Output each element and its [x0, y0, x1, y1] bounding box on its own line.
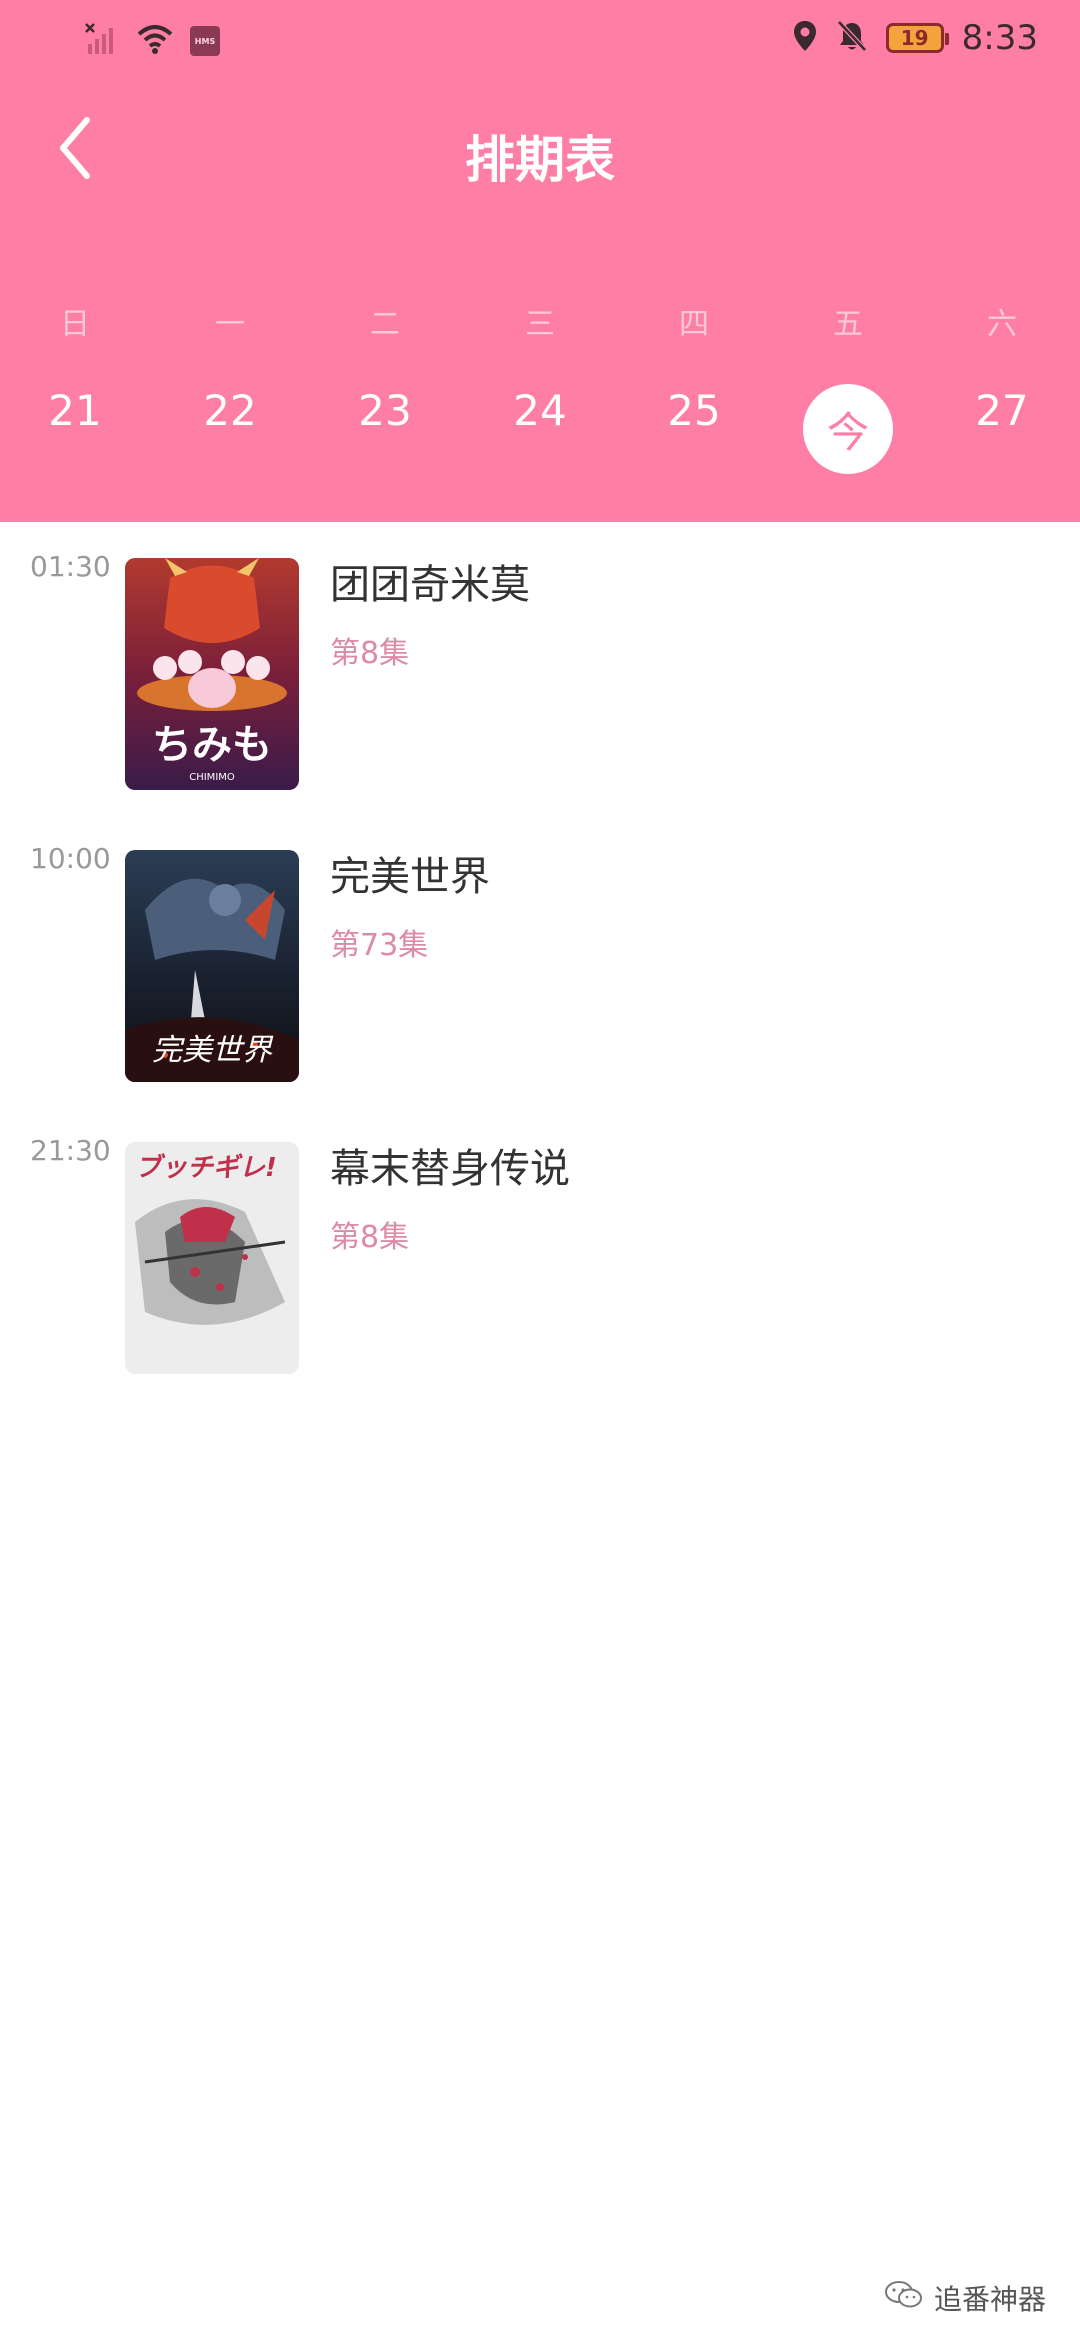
status-bar: HMS 19 8:33	[0, 0, 1080, 80]
poster-image[interactable]: 完美世界	[125, 850, 299, 1082]
status-left: HMS	[84, 22, 220, 60]
day-friday-today[interactable]: 五 今	[793, 305, 903, 474]
day-number: 25	[667, 386, 721, 435]
day-saturday[interactable]: 六 27	[947, 305, 1057, 435]
hms-icon: HMS	[190, 26, 220, 56]
episode-label: 第8集	[330, 636, 410, 671]
page-title: 排期表	[465, 131, 615, 189]
watermark-text: 追番神器	[933, 2283, 1046, 2316]
battery-level: 19	[900, 26, 929, 50]
day-label: 日	[60, 307, 90, 342]
day-sunday[interactable]: 日 21	[20, 305, 130, 435]
poster-caption: ちみも	[152, 722, 272, 768]
location-icon	[792, 19, 818, 57]
air-time: 10:00	[30, 842, 111, 875]
day-wednesday[interactable]: 三 24	[485, 305, 595, 435]
day-monday[interactable]: 一 22	[175, 305, 285, 435]
day-number: 24	[513, 386, 567, 435]
episode-label: 第8集	[330, 1220, 410, 1255]
bell-muted-icon	[836, 19, 868, 57]
schedule-item[interactable]: 10:00 完美世界 完美世界 第73集	[0, 822, 1080, 1082]
anime-title[interactable]: 完美世界	[330, 844, 490, 902]
day-label: 四	[679, 307, 709, 342]
day-label: 一	[215, 307, 245, 342]
battery-icon: 19	[885, 23, 949, 53]
status-time: 8:33	[961, 18, 1038, 58]
day-tuesday[interactable]: 二 23	[330, 305, 440, 435]
episode-label: 第73集	[330, 928, 429, 963]
schedule-item[interactable]: 21:30 ブッチギレ! 幕末替身传说 第8集	[0, 1114, 1080, 1374]
header-bar: HMS 19 8:33 排期表 日 21 一 22 二 23 三 24 四 25…	[0, 0, 1080, 522]
day-label: 六	[987, 307, 1017, 342]
schedule-item[interactable]: 01:30 ちみも CHIMIMO 团团奇米莫 第8集	[0, 530, 1080, 790]
no-signal-icon	[84, 22, 120, 60]
day-thursday[interactable]: 四 25	[639, 305, 749, 435]
poster-image[interactable]: ちみも CHIMIMO	[125, 558, 299, 790]
day-number: 27	[975, 386, 1029, 435]
anime-title[interactable]: 团团奇米莫	[330, 552, 530, 610]
poster-caption: 完美世界	[152, 1033, 274, 1068]
poster-subcaption: CHIMIMO	[189, 772, 235, 783]
anime-title[interactable]: 幕末替身传说	[330, 1136, 570, 1194]
status-right: 19 8:33	[792, 18, 1038, 58]
poster-caption: ブッチギレ!	[135, 1153, 277, 1183]
day-label: 三	[525, 307, 555, 342]
today-indicator: 今	[803, 384, 893, 474]
air-time: 21:30	[30, 1134, 111, 1167]
day-label: 二	[370, 307, 400, 342]
wifi-icon	[136, 23, 174, 59]
watermark: 追番神器	[884, 2278, 1046, 2318]
wechat-icon	[884, 2279, 924, 2318]
air-time: 01:30	[30, 550, 111, 583]
day-number: 22	[203, 386, 257, 435]
day-label: 五	[833, 307, 863, 342]
poster-image[interactable]: ブッチギレ!	[125, 1142, 299, 1374]
day-number: 21	[48, 386, 102, 435]
day-number: 23	[358, 386, 412, 435]
